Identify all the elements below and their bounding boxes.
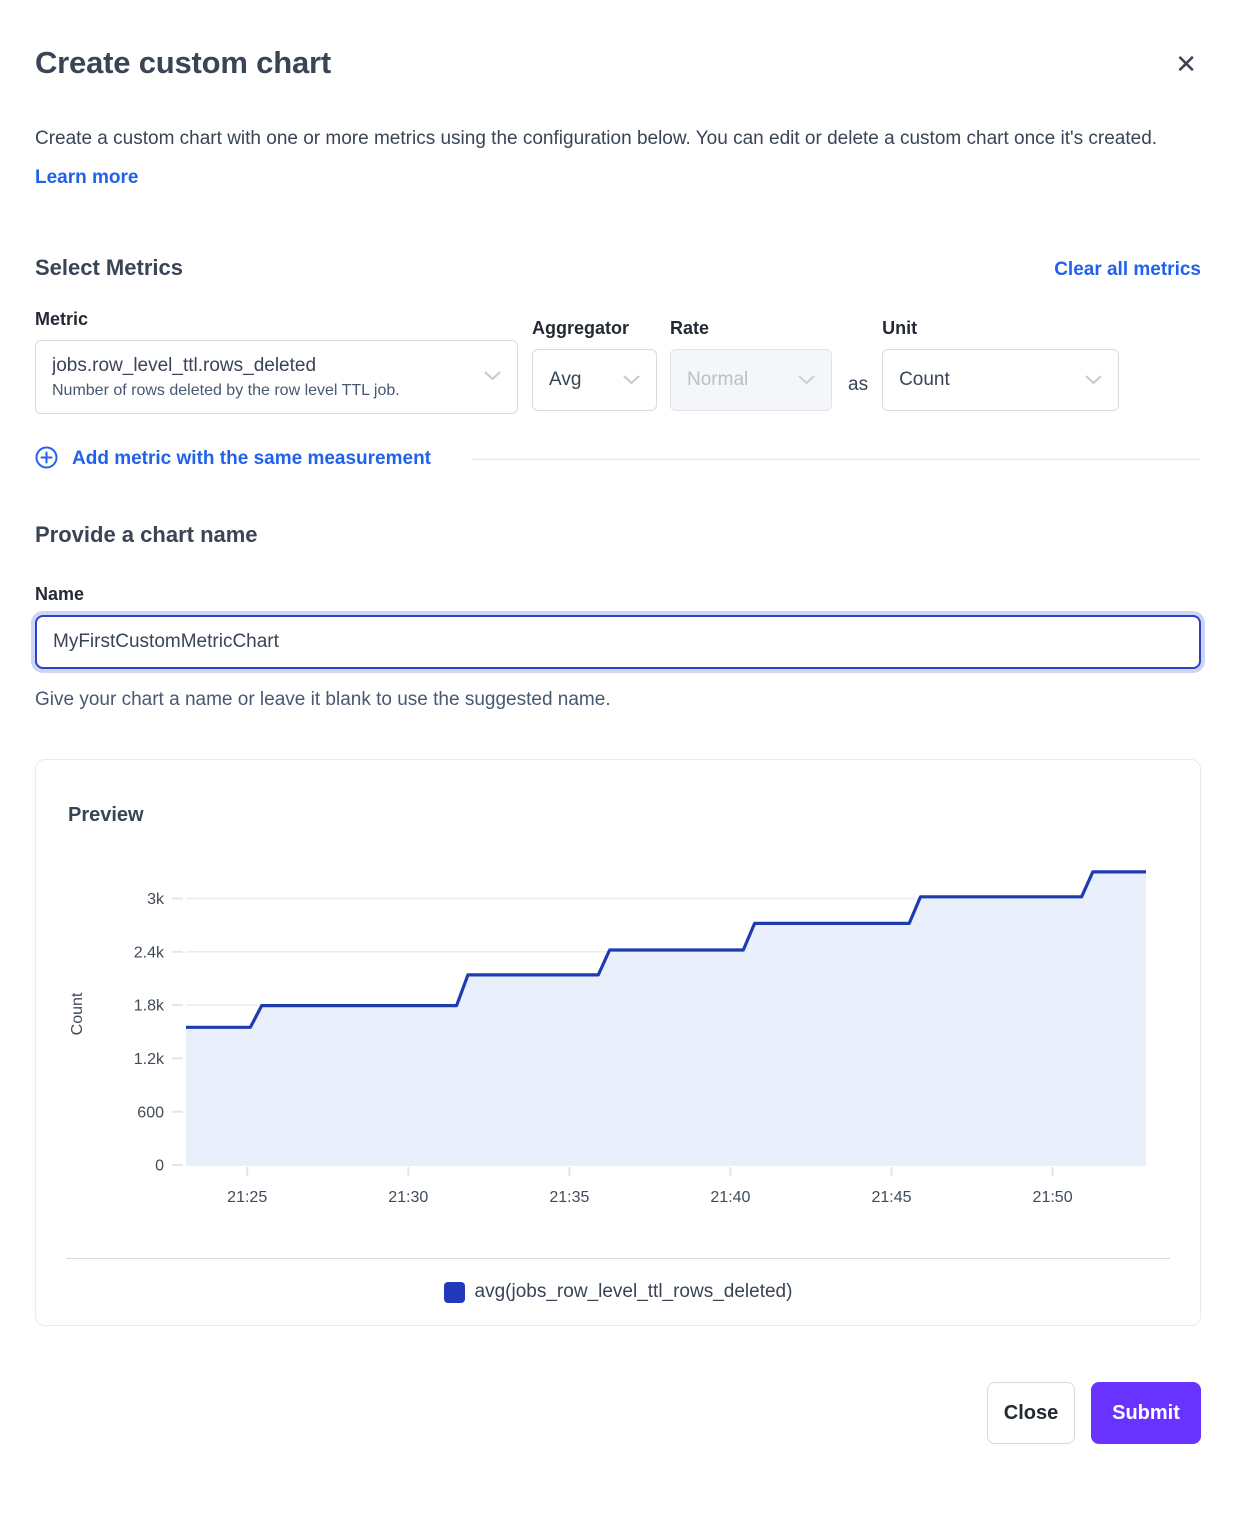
rate-select-value: Normal xyxy=(687,369,748,391)
svg-text:0: 0 xyxy=(155,1158,164,1175)
create-custom-chart-modal: Create custom chart ✕ Create a custom ch… xyxy=(0,0,1236,1480)
plus-circle-icon xyxy=(35,446,58,472)
metric-config-row: Metric jobs.row_level_ttl.rows_deleted N… xyxy=(35,309,1201,414)
svg-text:21:25: 21:25 xyxy=(227,1189,267,1206)
chevron-down-icon xyxy=(623,369,640,391)
chevron-down-icon xyxy=(798,369,815,391)
select-metrics-heading: Select Metrics xyxy=(35,255,183,281)
svg-text:21:40: 21:40 xyxy=(710,1189,750,1206)
rate-field: Rate Normal xyxy=(670,309,832,411)
name-label: Name xyxy=(35,584,1201,605)
learn-more-link[interactable]: Learn more xyxy=(35,167,138,188)
chevron-down-icon xyxy=(484,368,501,386)
rate-label: Rate xyxy=(670,318,832,339)
close-button[interactable]: Close xyxy=(987,1382,1075,1444)
chevron-down-icon xyxy=(1085,369,1102,391)
chart-legend: avg(jobs_row_level_ttl_rows_deleted) xyxy=(36,1259,1200,1325)
chart-name-heading: Provide a chart name xyxy=(35,522,1201,548)
metric-field: Metric jobs.row_level_ttl.rows_deleted N… xyxy=(35,309,518,414)
aggregator-select-value: Avg xyxy=(549,369,581,391)
metric-select[interactable]: jobs.row_level_ttl.rows_deleted Number o… xyxy=(35,340,518,414)
add-metric-label: Add metric with the same measurement xyxy=(72,448,431,470)
svg-text:1.8k: 1.8k xyxy=(134,998,165,1015)
as-label: as xyxy=(832,374,882,414)
modal-header: Create custom chart ✕ xyxy=(35,45,1201,81)
legend-label: avg(jobs_row_level_ttl_rows_deleted) xyxy=(475,1281,793,1303)
select-metrics-header: Select Metrics Clear all metrics xyxy=(35,255,1201,281)
divider xyxy=(471,459,1201,460)
svg-text:21:35: 21:35 xyxy=(549,1189,589,1206)
metric-label: Metric xyxy=(35,309,518,330)
add-metric-row: Add metric with the same measurement xyxy=(35,446,1201,472)
clear-all-metrics-link[interactable]: Clear all metrics xyxy=(1054,259,1201,281)
close-icon[interactable]: ✕ xyxy=(1171,47,1201,81)
svg-text:600: 600 xyxy=(137,1104,164,1121)
modal-description-text: Create a custom chart with one or more m… xyxy=(35,128,1157,149)
preview-card: Preview 0 600 1.2k 1.8k 2.4k 3k 21:25 21:30 21:3… xyxy=(35,759,1201,1326)
preview-chart: 0 600 1.2k 1.8k 2.4k 3k 21:25 21:30 21:35 21:40 21… xyxy=(36,845,1200,1230)
metric-select-texts: jobs.row_level_ttl.rows_deleted Number o… xyxy=(52,355,400,400)
aggregator-label: Aggregator xyxy=(532,318,657,339)
svg-text:3k: 3k xyxy=(147,891,165,908)
unit-select[interactable]: Count xyxy=(882,349,1119,411)
modal-description: Create a custom chart with one or more m… xyxy=(35,119,1180,197)
svg-text:21:50: 21:50 xyxy=(1033,1189,1073,1206)
svg-text:21:45: 21:45 xyxy=(871,1189,911,1206)
modal-footer: Close Submit xyxy=(35,1382,1201,1444)
name-helper-text: Give your chart a name or leave it blank… xyxy=(35,689,1201,711)
aggregator-field: Aggregator Avg xyxy=(532,309,657,411)
unit-select-value: Count xyxy=(899,369,950,391)
svg-text:1.2k: 1.2k xyxy=(134,1051,165,1068)
svg-text:Count: Count xyxy=(69,992,86,1035)
aggregator-select[interactable]: Avg xyxy=(532,349,657,411)
svg-text:21:30: 21:30 xyxy=(388,1189,428,1206)
unit-field: Unit Count xyxy=(882,309,1119,411)
metric-select-description: Number of rows deleted by the row level … xyxy=(52,382,400,400)
metric-select-value: jobs.row_level_ttl.rows_deleted xyxy=(52,355,400,377)
preview-heading: Preview xyxy=(68,804,1200,827)
page-title: Create custom chart xyxy=(35,45,331,81)
legend-swatch xyxy=(444,1282,465,1303)
svg-text:2.4k: 2.4k xyxy=(134,944,165,961)
add-metric-button[interactable]: Add metric with the same measurement xyxy=(35,446,431,472)
chart-name-input[interactable] xyxy=(35,615,1201,669)
unit-label: Unit xyxy=(882,318,1119,339)
submit-button[interactable]: Submit xyxy=(1091,1382,1201,1444)
rate-select-disabled: Normal xyxy=(670,349,832,411)
